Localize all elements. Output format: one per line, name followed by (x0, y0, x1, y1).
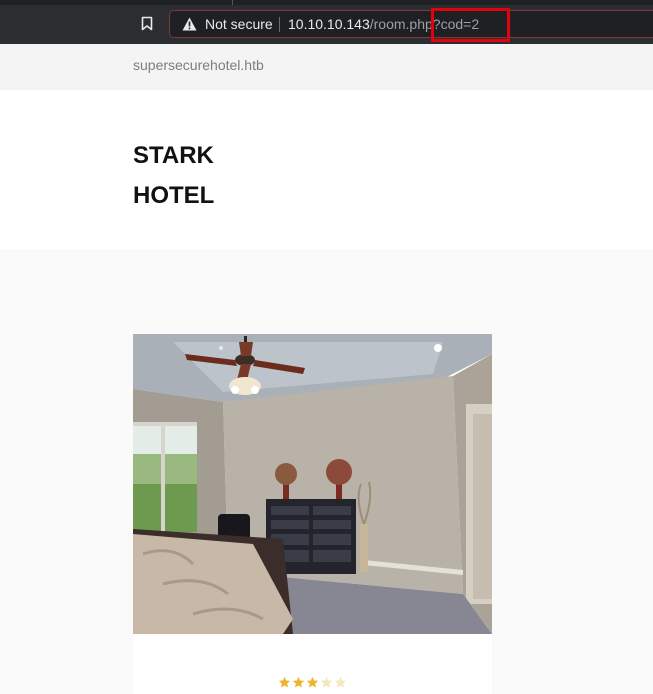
bookmark-icon[interactable] (141, 16, 153, 31)
site-header: STARK HOTEL (0, 90, 653, 249)
omnibox-divider (279, 17, 280, 32)
tab-strip (0, 0, 653, 5)
star-filled-icon (306, 676, 319, 688)
address-bar[interactable]: Not secure 10.10.10.143/room.php?cod=2 (169, 10, 653, 38)
star-empty-icon (334, 676, 347, 688)
url-host: 10.10.10.143 (288, 16, 370, 32)
star-filled-icon (278, 676, 291, 688)
room-photo (133, 334, 492, 634)
main-content (0, 249, 653, 694)
room-card (133, 334, 492, 694)
brand-line-2: HOTEL (133, 182, 215, 209)
url-path: /room.php (369, 16, 433, 32)
browser-toolbar: Not secure 10.10.10.143/room.php?cod=2 (0, 0, 653, 44)
query-highlight-annotation (431, 8, 510, 42)
star-empty-icon (320, 676, 333, 688)
site-topbar: supersecurehotel.htb (0, 44, 653, 90)
warning-icon[interactable] (182, 17, 197, 31)
star-filled-icon (292, 676, 305, 688)
site-domain: supersecurehotel.htb (133, 57, 264, 73)
site-logo[interactable]: STARK HOTEL (133, 136, 214, 216)
room-rating (278, 676, 348, 690)
tab-separator (232, 0, 233, 5)
security-status[interactable]: Not secure (205, 16, 273, 32)
brand-line-1: STARK (133, 142, 214, 169)
